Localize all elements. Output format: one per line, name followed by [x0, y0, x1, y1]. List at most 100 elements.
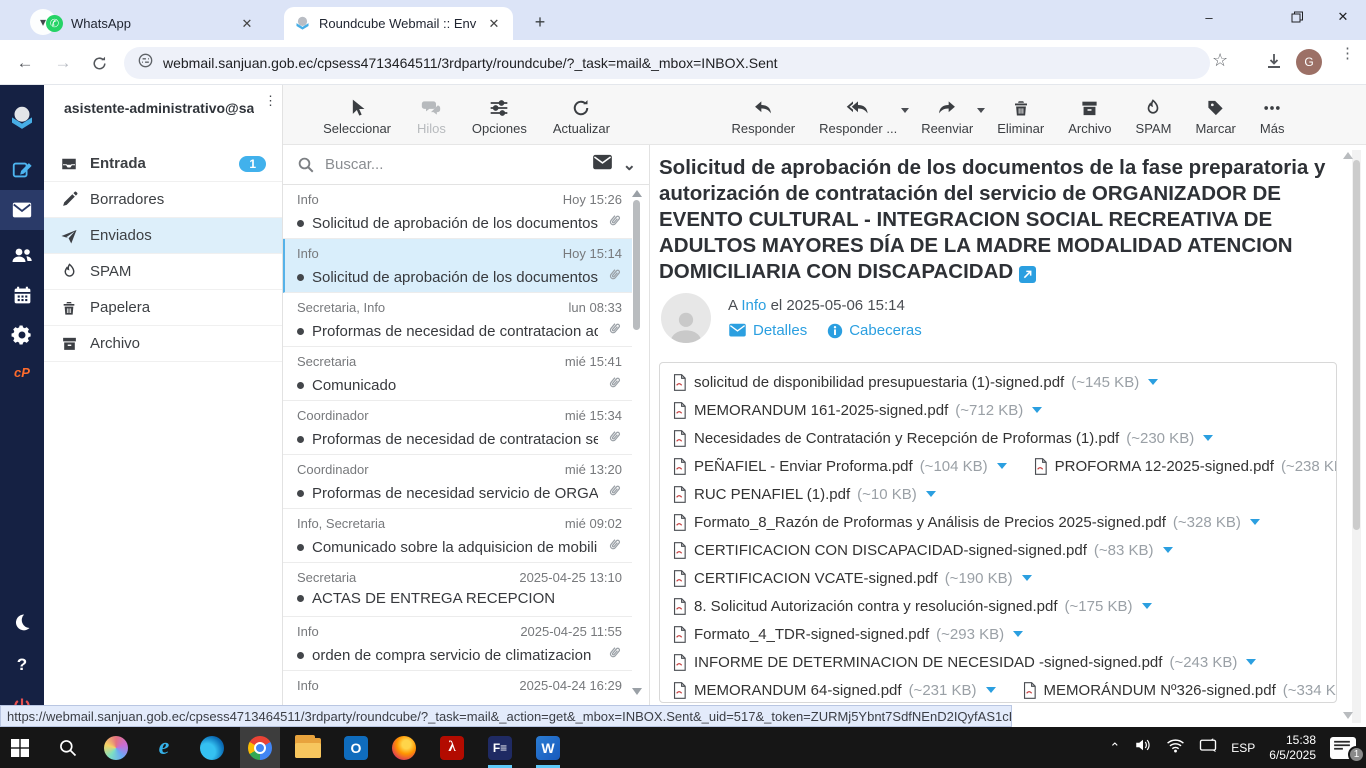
new-tab-button[interactable]: +: [528, 10, 552, 34]
message-row-selected[interactable]: InfoHoy 15:14 Solicitud de aprobación de…: [283, 239, 632, 293]
threads-button[interactable]: Hilos: [417, 98, 446, 136]
attachment-menu-icon[interactable]: [997, 463, 1007, 469]
list-scroll-down-icon[interactable]: [632, 688, 642, 695]
downloads-icon[interactable]: [1264, 51, 1284, 76]
search-input[interactable]: [325, 156, 565, 173]
attachment-item[interactable]: 8. Solicitud Autorización contra y resol…: [672, 598, 1152, 615]
attachment-menu-icon[interactable]: [1148, 379, 1158, 385]
attachment-item[interactable]: PEÑAFIEL - Enviar Proforma.pdf(~104 KB): [672, 458, 1007, 475]
message-row[interactable]: Secretaria, Infolun 08:33 Proformas de n…: [283, 293, 632, 347]
message-row[interactable]: Secretariamié 15:41 Comunicado: [283, 347, 632, 401]
bookmark-star-icon[interactable]: ☆: [1212, 50, 1228, 71]
spam-button[interactable]: SPAM: [1136, 98, 1172, 136]
sidebar-item-entrada[interactable]: Entrada 1: [44, 146, 282, 182]
volume-icon[interactable]: [1134, 737, 1152, 758]
attachment-item[interactable]: RUC PENAFIEL (1).pdf(~10 KB): [672, 486, 936, 503]
contacts-nav-button[interactable]: [0, 235, 44, 275]
notification-center-icon[interactable]: 1: [1330, 737, 1356, 759]
message-row[interactable]: InfoHoy 15:26 Solicitud de aprobación de…: [283, 185, 632, 239]
browser-menu-icon[interactable]: ⋮: [1340, 49, 1354, 58]
forms-app-icon[interactable]: F≡: [480, 727, 520, 768]
attachment-item[interactable]: solicitud de disponibilidad presupuestar…: [672, 374, 1158, 391]
message-row[interactable]: Info, Secretariamié 09:02 Comunicado sob…: [283, 509, 632, 563]
list-scroll-up-icon[interactable]: [632, 190, 642, 197]
calendar-nav-button[interactable]: [0, 275, 44, 315]
attachment-menu-icon[interactable]: [1142, 603, 1152, 609]
tab-close-icon[interactable]: ✕: [485, 15, 503, 33]
options-button[interactable]: Opciones: [472, 98, 527, 136]
attachment-menu-icon[interactable]: [1022, 575, 1032, 581]
reply-all-button[interactable]: Responder ...: [819, 98, 897, 136]
reload-button[interactable]: [86, 50, 112, 76]
attachment-item[interactable]: MEMORANDUM 64-signed.pdf(~231 KB): [672, 682, 996, 699]
attachment-item[interactable]: PROFORMA 12-2025-signed.pdf(~238 KB): [1033, 458, 1337, 475]
attachment-item[interactable]: Formato_4_TDR-signed-signed.pdf(~293 KB): [672, 626, 1023, 643]
account-menu-icon[interactable]: ⋮: [264, 98, 274, 104]
word-icon[interactable]: W: [528, 727, 568, 768]
window-minimize-button[interactable]: –: [1186, 0, 1232, 34]
attachment-menu-icon[interactable]: [1163, 547, 1173, 553]
attachment-item[interactable]: CERTIFICACION VCATE-signed.pdf(~190 KB): [672, 570, 1032, 587]
sidebar-item-borradores[interactable]: Borradores: [44, 182, 282, 218]
tab-close-icon[interactable]: ✕: [238, 15, 256, 33]
attachment-menu-icon[interactable]: [1013, 631, 1023, 637]
delete-button[interactable]: Eliminar: [997, 98, 1044, 136]
start-button[interactable]: [0, 727, 40, 768]
attachment-item[interactable]: MEMORÁNDUM Nº326-signed.pdf(~334 KB): [1022, 682, 1337, 699]
reply-all-dropdown-icon[interactable]: [901, 108, 909, 113]
attachment-item[interactable]: INFORME DE DETERMINACION DE NECESIDAD -s…: [672, 654, 1256, 671]
attachment-menu-icon[interactable]: [926, 491, 936, 497]
headers-toggle[interactable]: Cabeceras: [827, 322, 922, 339]
settings-nav-button[interactable]: [0, 315, 44, 355]
attachment-item[interactable]: CERTIFICACION CON DISCAPACIDAD-signed-si…: [672, 542, 1173, 559]
archive-button[interactable]: Archivo: [1068, 98, 1111, 136]
window-close-button[interactable]: ✕: [1320, 0, 1366, 34]
cast-icon[interactable]: [1199, 738, 1217, 758]
address-bar[interactable]: webmail.sanjuan.gob.ec/cpsess4713464511/…: [124, 47, 1210, 79]
list-scrollbar-thumb[interactable]: [633, 200, 640, 330]
mail-nav-button[interactable]: [0, 190, 44, 230]
sidebar-item-spam[interactable]: SPAM: [44, 254, 282, 290]
message-row[interactable]: Secretaria2025-04-25 13:10 ACTAS DE ENTR…: [283, 563, 632, 617]
details-toggle[interactable]: Detalles: [728, 322, 807, 339]
attachment-menu-icon[interactable]: [1203, 435, 1213, 441]
outlook-icon[interactable]: O: [336, 727, 376, 768]
mark-button[interactable]: Marcar: [1195, 98, 1235, 136]
profile-avatar[interactable]: G: [1296, 49, 1322, 75]
language-indicator[interactable]: ESP: [1231, 741, 1255, 755]
acrobat-icon[interactable]: λ: [432, 727, 472, 768]
tray-expand-icon[interactable]: ⌃: [1109, 740, 1120, 756]
message-scrollbar-thumb[interactable]: [1353, 160, 1360, 530]
search-options-chevron-icon[interactable]: ⌄: [623, 155, 636, 175]
attachment-item[interactable]: Necesidades de Contratación y Recepción …: [672, 430, 1213, 447]
search-scope-mail-icon[interactable]: [592, 154, 613, 176]
sidebar-item-enviados[interactable]: Enviados: [44, 218, 282, 254]
forward-button[interactable]: →: [50, 50, 76, 76]
refresh-button[interactable]: Actualizar: [553, 98, 610, 136]
pane-scroll-down-icon[interactable]: [1343, 712, 1353, 719]
site-info-icon[interactable]: [138, 53, 153, 73]
recipient-link[interactable]: Info: [741, 297, 766, 314]
open-in-new-window-icon[interactable]: [1019, 266, 1036, 283]
firefox-icon[interactable]: [384, 727, 424, 768]
attachment-menu-icon[interactable]: [1246, 659, 1256, 665]
message-row[interactable]: Coordinadormié 13:20 Proformas de necesi…: [283, 455, 632, 509]
sidebar-item-archivo[interactable]: Archivo: [44, 326, 282, 362]
taskbar-search-button[interactable]: [48, 727, 88, 768]
copilot-icon[interactable]: [96, 727, 136, 768]
cpanel-button[interactable]: cP: [0, 352, 44, 392]
attachment-menu-icon[interactable]: [986, 687, 996, 693]
attachment-menu-icon[interactable]: [1032, 407, 1042, 413]
forward-button[interactable]: Reenviar: [921, 98, 973, 136]
pane-scroll-up-icon[interactable]: [1343, 152, 1353, 159]
tab-whatsapp[interactable]: ✆ WhatsApp ✕: [36, 7, 266, 40]
back-button[interactable]: ←: [12, 50, 38, 76]
clock[interactable]: 15:38 6/5/2025: [1269, 733, 1316, 763]
message-row[interactable]: Coordinadormié 15:34 Proformas de necesi…: [283, 401, 632, 455]
internet-explorer-icon[interactable]: e: [144, 727, 184, 768]
help-icon[interactable]: ?: [0, 645, 44, 685]
attachment-item[interactable]: MEMORANDUM 161-2025-signed.pdf(~712 KB): [672, 402, 1042, 419]
edge-icon[interactable]: [192, 727, 232, 768]
compose-button[interactable]: [0, 150, 44, 190]
chrome-icon[interactable]: [240, 727, 280, 768]
